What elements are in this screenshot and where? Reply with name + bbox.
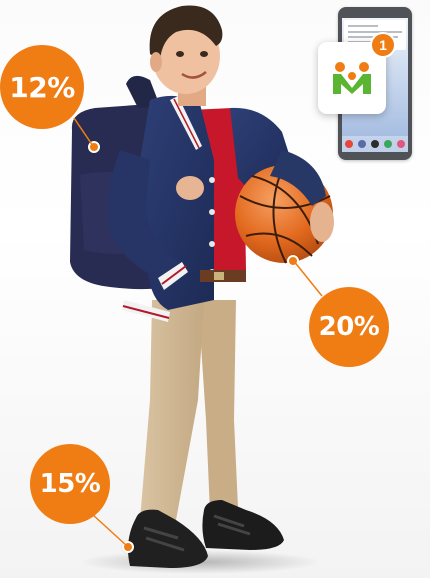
basketball-discount-value: 20% bbox=[318, 312, 380, 342]
promo-scene: 12% 20% 15% 1 bbox=[0, 0, 430, 578]
notification-count-badge: 1 bbox=[370, 32, 396, 58]
phone-dock bbox=[342, 136, 408, 152]
shoes-discount-badge: 15% bbox=[30, 444, 110, 524]
front-leg bbox=[140, 300, 204, 520]
basketball-discount-badge: 20% bbox=[309, 287, 389, 367]
basketball-marker-dot bbox=[287, 255, 299, 267]
left-hand bbox=[176, 176, 204, 200]
shoes-discount-value: 15% bbox=[39, 469, 101, 499]
backpack-discount-value: 12% bbox=[9, 70, 75, 104]
family-logo-icon bbox=[333, 62, 371, 94]
right-hand bbox=[310, 202, 334, 242]
shoe-marker-dot bbox=[122, 541, 134, 553]
notification-count: 1 bbox=[379, 37, 387, 53]
front-shoe bbox=[128, 509, 208, 568]
backpack-discount-badge: 12% bbox=[0, 45, 84, 129]
backpack-marker-dot bbox=[88, 141, 100, 153]
back-leg bbox=[198, 300, 238, 512]
